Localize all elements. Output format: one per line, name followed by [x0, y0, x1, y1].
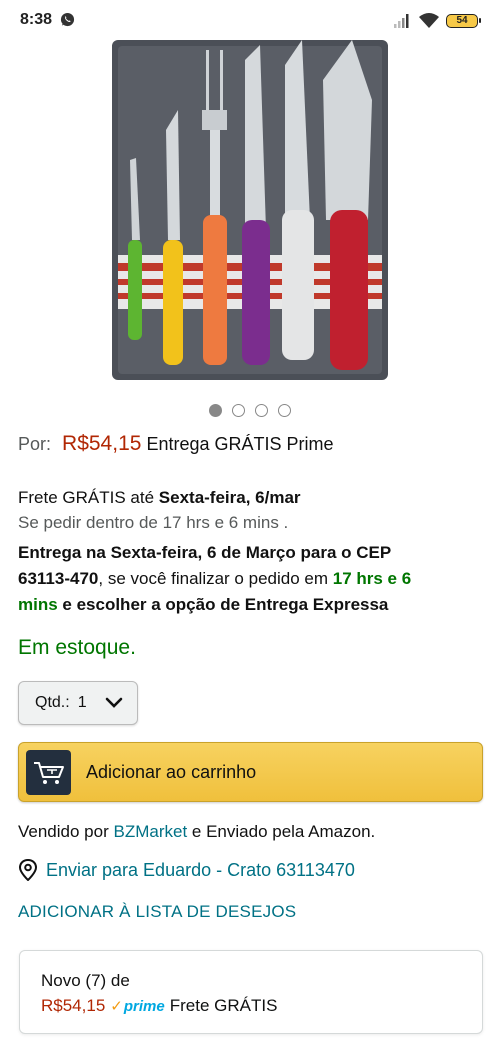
order-within-text: Se pedir dentro de 17 hrs e 6 mins . — [18, 513, 289, 532]
quantity-value: 1 — [77, 694, 87, 711]
wifi-icon — [419, 13, 439, 28]
free-shipping-line: Frete GRÁTIS até Sexta-feira, 6/mar — [18, 485, 301, 511]
shipping-label: Entrega GRÁTIS Prime — [146, 434, 334, 454]
free-shipping-prefix: Frete GRÁTIS até — [18, 488, 155, 507]
delivery-time-b: mins — [18, 595, 58, 614]
prime-check-icon: ✓ — [110, 998, 123, 1015]
delivery-part1: Entrega na Sexta-feira, 6 de Março para … — [18, 543, 392, 562]
other-offers-box[interactable]: Novo (7) de R$54,15 ✓ prime Frete GRÁTIS — [19, 950, 483, 1034]
express-delivery-text: Entrega na Sexta-feira, 6 de Março para … — [18, 540, 488, 618]
ship-to-text: Enviar para Eduardo - Crato 63113470 — [46, 859, 355, 880]
offer-title: Novo (7) de — [41, 971, 130, 990]
whatsapp-icon — [60, 12, 75, 27]
free-shipping-date: Sexta-feira, 6/mar — [158, 488, 301, 507]
delivery-cep: 63113-470 — [18, 569, 99, 588]
offer-price-line: R$54,15 ✓ prime Frete GRÁTIS — [41, 996, 277, 1016]
status-time: 8:38 — [20, 11, 53, 28]
seller-suffix: e Enviado pela Amazon. — [191, 822, 376, 841]
add-to-cart-label: Adicionar ao carrinho — [86, 762, 257, 782]
offer-price: R$54,15 — [41, 996, 106, 1015]
chevron-down-icon — [105, 697, 123, 708]
image-carousel-dots — [0, 404, 500, 418]
delivery-time-a: 17 hrs e 6 — [332, 569, 412, 588]
price-value: R$54,15 — [62, 432, 142, 455]
seller-line: Vendido por BZMarket e Enviado pela Amaz… — [18, 819, 375, 845]
price-line: Por: R$54,15 Entrega GRÁTIS Prime — [18, 432, 334, 456]
price-prefix: Por: — [18, 434, 52, 454]
quantity-dropdown[interactable]: Qtd.: 1 — [18, 681, 138, 725]
offer-shipping: Frete GRÁTIS — [169, 996, 278, 1015]
prime-badge: ✓ prime — [110, 997, 165, 1016]
delivery-part2: , se você finalizar o pedido em — [98, 569, 333, 588]
carousel-dot-2[interactable] — [232, 404, 245, 417]
add-to-wishlist-link[interactable]: ADICIONAR À LISTA DE DESEJOS — [18, 902, 296, 922]
ship-to-link[interactable]: Enviar para Eduardo - Crato 63113470 — [18, 857, 355, 883]
cart-icon-box — [26, 750, 71, 795]
seller-link[interactable]: BZMarket — [113, 822, 187, 841]
location-pin-icon — [18, 859, 38, 881]
carousel-dot-4[interactable] — [278, 404, 291, 417]
cart-icon — [33, 761, 64, 784]
stock-status: Em estoque. — [18, 636, 136, 659]
carousel-dot-3[interactable] — [255, 404, 268, 417]
battery-indicator: 54 — [446, 14, 481, 28]
signal-icon — [394, 14, 409, 28]
status-bar: 8:38 54 — [0, 0, 500, 40]
add-to-cart-button[interactable]: Adicionar ao carrinho — [18, 742, 483, 802]
seller-prefix: Vendido por — [18, 822, 109, 841]
quantity-label: Qtd.: — [35, 694, 70, 711]
prime-label: prime — [123, 997, 165, 1015]
product-image[interactable] — [110, 40, 390, 380]
knife-red — [323, 40, 372, 370]
delivery-part3: e escolher a opção de Entrega Expressa — [57, 595, 389, 614]
carousel-dot-1[interactable] — [209, 404, 222, 417]
